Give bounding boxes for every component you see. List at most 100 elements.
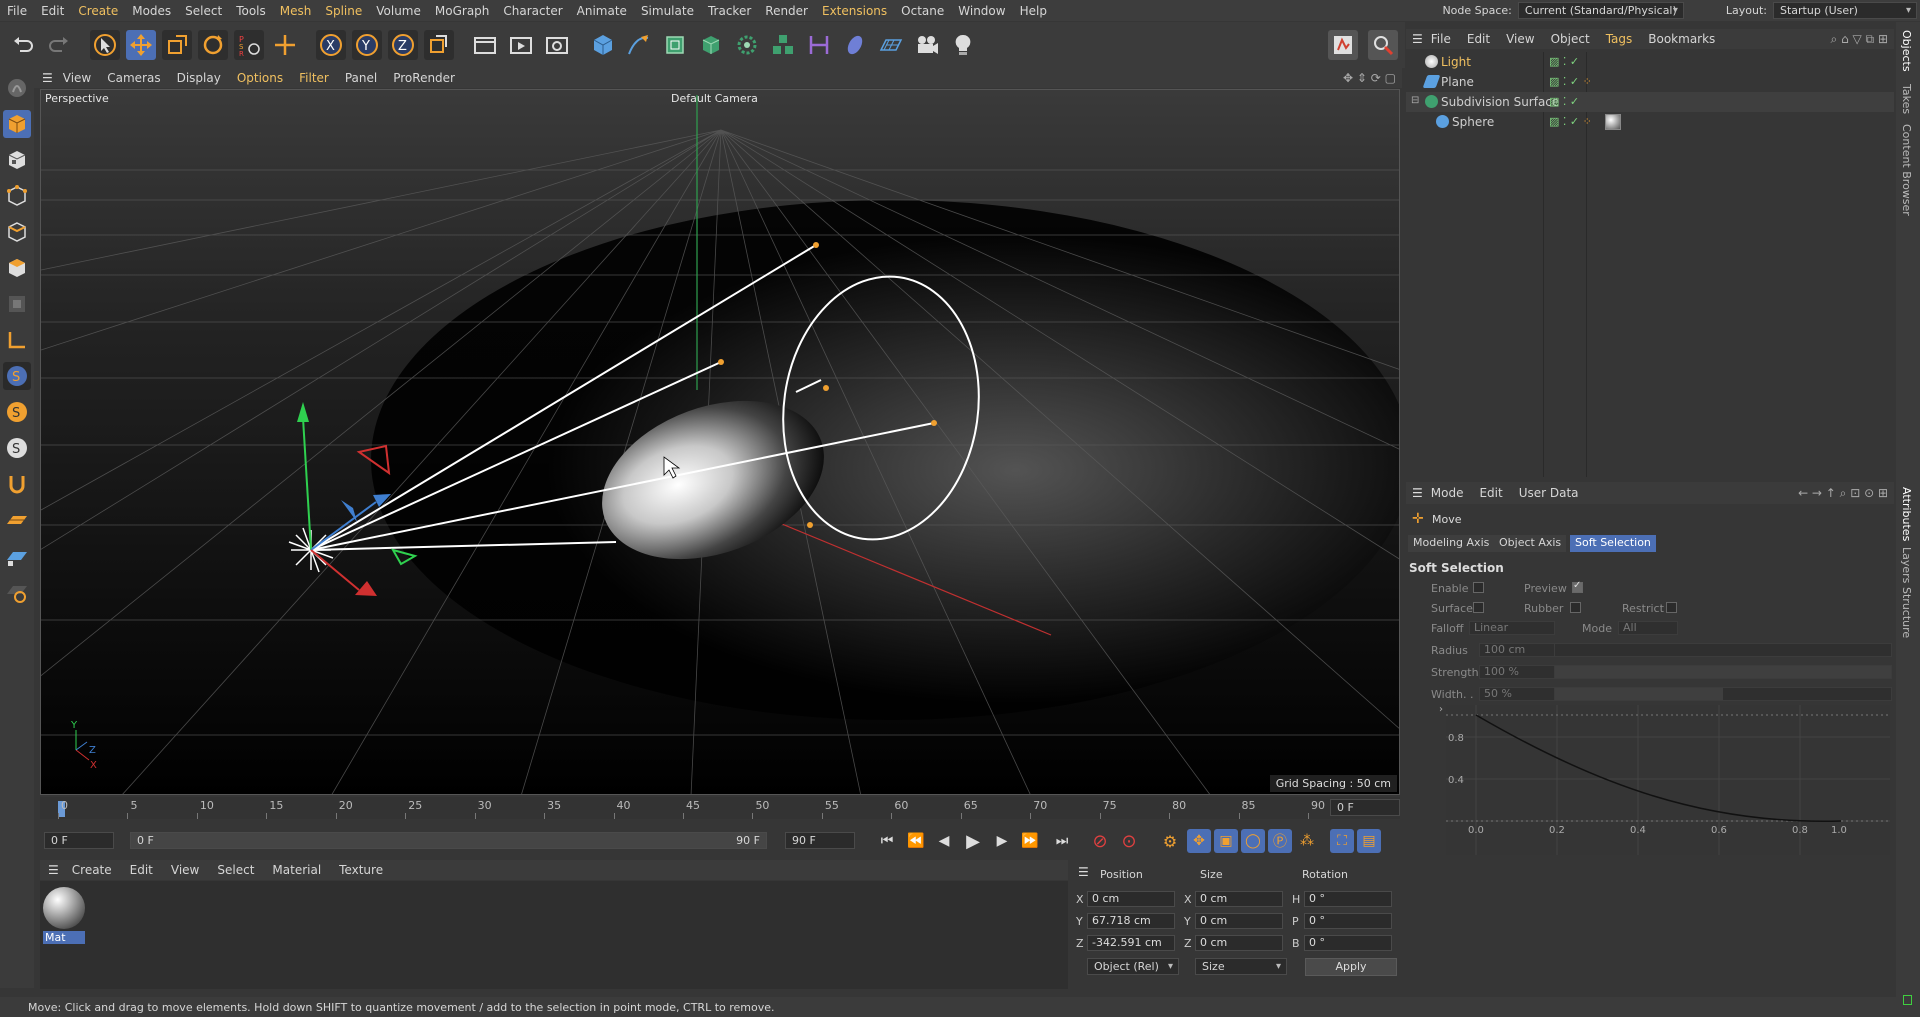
width-field[interactable]: 50 % — [1479, 687, 1555, 701]
viewport-menu-cameras[interactable]: Cameras — [99, 71, 168, 85]
enable-checkbox[interactable] — [1473, 582, 1484, 593]
rotate-tool-icon[interactable] — [198, 30, 228, 60]
menu-tools[interactable]: Tools — [229, 4, 273, 18]
side-tab-content-browser[interactable]: Content Browser — [1900, 124, 1913, 216]
axis-mode-icon[interactable] — [3, 326, 31, 354]
object-manager-hamburger-icon[interactable]: ☰ — [1412, 32, 1423, 46]
workplane-icon[interactable] — [3, 506, 31, 534]
menu-mograph[interactable]: MoGraph — [428, 4, 497, 18]
menu-modes[interactable]: Modes — [125, 4, 178, 18]
model-mode-icon[interactable] — [3, 110, 31, 138]
menu-extensions[interactable]: Extensions — [815, 4, 894, 18]
material-name[interactable]: Mat — [43, 931, 85, 944]
layout-dropdown[interactable]: Startup (User) — [1773, 2, 1917, 19]
material-hamburger-icon[interactable]: ☰ — [48, 863, 59, 877]
viewport-menu-prorender[interactable]: ProRender — [385, 71, 463, 85]
coordinate-system-icon[interactable] — [424, 30, 454, 60]
menu-octane[interactable]: Octane — [894, 4, 951, 18]
visibility-flags[interactable]: ▨ ⁚ ✓ ⁘ — [1549, 115, 1592, 128]
end-frame-field[interactable]: 90 F — [785, 832, 855, 849]
position-y-field[interactable]: 67.718 cm — [1087, 913, 1175, 929]
record-scale-icon[interactable]: ▣ — [1214, 829, 1238, 853]
next-frame-icon[interactable]: ▶ — [990, 829, 1014, 853]
side-tab-takes[interactable]: Takes — [1900, 84, 1913, 114]
move-tool-icon[interactable] — [126, 30, 156, 60]
object-menu-tags[interactable]: Tags — [1598, 32, 1641, 46]
y-axis-lock-icon[interactable]: Y — [352, 30, 382, 60]
coordinates-hamburger-icon[interactable]: ☰ — [1078, 865, 1089, 879]
menu-tracker[interactable]: Tracker — [701, 4, 758, 18]
viewport-hamburger-icon[interactable]: ☰ — [42, 71, 53, 85]
attribute-manager-hamburger-icon[interactable]: ☰ — [1412, 486, 1423, 500]
surface-checkbox[interactable] — [1473, 602, 1484, 613]
record-rotation-icon[interactable]: ◯ — [1241, 829, 1265, 853]
material-menu-material[interactable]: Material — [263, 863, 330, 877]
rotation-p-field[interactable]: 0 ° — [1304, 913, 1392, 929]
points-mode-icon[interactable] — [3, 182, 31, 210]
locked-workplane-icon[interactable] — [3, 542, 31, 570]
object-name[interactable]: Sphere — [1452, 115, 1494, 129]
z-axis-lock-icon[interactable]: Z — [388, 30, 418, 60]
3d-viewport[interactable]: Y X Z Perspective Default Camera Grid Sp… — [40, 89, 1400, 795]
object-row-sphere[interactable]: Sphere ▨ ⁚ ✓ ⁘ — [1406, 112, 1894, 132]
pen-spline-icon[interactable] — [624, 30, 654, 60]
current-frame-field[interactable]: 0 F — [1330, 799, 1400, 816]
size-mode-dropdown[interactable]: Size — [1195, 958, 1287, 975]
attribute-menu-edit[interactable]: Edit — [1471, 486, 1510, 500]
record-keys-icon[interactable]: ⊘ — [1088, 829, 1112, 853]
side-tab-objects[interactable]: Objects — [1900, 30, 1913, 72]
deformer-icon[interactable] — [804, 30, 834, 60]
snap-settings-icon[interactable]: S — [3, 398, 31, 426]
start-frame-field[interactable]: 0 F — [44, 832, 114, 849]
visibility-flags[interactable]: ▨ ⁚ ✓ ⁘ — [1549, 75, 1592, 88]
visibility-flags[interactable]: ▨ ⁚ ✓ — [1549, 95, 1579, 108]
radius-field[interactable]: 100 cm — [1479, 643, 1555, 657]
side-tab-attributes[interactable]: Attributes — [1900, 487, 1913, 541]
menu-simulate[interactable]: Simulate — [634, 4, 701, 18]
texture-mode-icon[interactable] — [3, 146, 31, 174]
play-icon[interactable]: ▶ — [961, 829, 985, 853]
x-axis-lock-icon[interactable]: X — [316, 30, 346, 60]
menu-character[interactable]: Character — [496, 4, 569, 18]
menu-spline[interactable]: Spline — [318, 4, 369, 18]
position-z-field[interactable]: -342.591 cm — [1087, 935, 1175, 951]
menu-window[interactable]: Window — [951, 4, 1012, 18]
viewport-menu-view[interactable]: View — [55, 71, 99, 85]
tweak-icon[interactable] — [3, 470, 31, 498]
coordinate-mode-dropdown[interactable]: Object (Rel) — [1087, 958, 1179, 975]
object-menu-bookmarks[interactable]: Bookmarks — [1640, 32, 1723, 46]
object-row-subdivision-surface[interactable]: ⊟ Subdivision Surface ▨ ⁚ ✓ — [1406, 92, 1894, 112]
polygons-mode-icon[interactable] — [3, 254, 31, 282]
object-row-plane[interactable]: Plane ▨ ⁚ ✓ ⁘ — [1406, 72, 1894, 92]
record-parameter-icon[interactable]: Ⓟ — [1268, 829, 1292, 853]
viewport-nav-icons[interactable]: ✥ ⇕ ⟳ ▢ — [1343, 71, 1396, 85]
menu-help[interactable]: Help — [1013, 4, 1054, 18]
go-to-end-icon[interactable]: ⏭ — [1050, 829, 1074, 853]
material-menu-texture[interactable]: Texture — [330, 863, 392, 877]
tab-modeling-axis[interactable]: Modeling Axis — [1408, 535, 1495, 552]
object-row-light[interactable]: Light ▨ ⁚ ✓ — [1406, 52, 1894, 72]
previous-frame-icon[interactable]: ◀ — [932, 829, 956, 853]
previous-key-icon[interactable]: ⏪ — [904, 829, 928, 853]
menu-select[interactable]: Select — [178, 4, 229, 18]
planar-workplane-icon[interactable] — [3, 578, 31, 606]
timeline-icon[interactable]: ▤ — [1357, 829, 1381, 853]
light-icon[interactable] — [948, 30, 978, 60]
edges-mode-icon[interactable] — [3, 218, 31, 246]
material-tag-icon[interactable] — [1605, 114, 1621, 130]
viewport-menu-display[interactable]: Display — [169, 71, 229, 85]
strength-field[interactable]: 100 % — [1479, 665, 1555, 679]
scale-tool-icon[interactable] — [162, 30, 192, 60]
apply-button[interactable]: Apply — [1305, 958, 1397, 976]
node-space-dropdown[interactable]: Current (Standard/Physical) — [1517, 2, 1684, 19]
psr-tool-icon[interactable]: PSR — [234, 30, 264, 60]
strength-slider[interactable] — [1554, 665, 1892, 679]
render-view-icon[interactable] — [470, 30, 500, 60]
visibility-flags[interactable]: ▨ ⁚ ✓ — [1549, 55, 1579, 68]
viewport-camera-label[interactable]: Default Camera — [671, 92, 758, 105]
menu-volume[interactable]: Volume — [369, 4, 428, 18]
object-manager-tool-icons[interactable]: ⌕ ⌂ ▽ ⧉ ⊞ — [1831, 32, 1888, 47]
falloff-dropdown[interactable]: Linear — [1469, 621, 1555, 635]
live-selection-icon[interactable] — [90, 30, 120, 60]
collapse-toggle-icon[interactable]: ⊟ — [1411, 95, 1419, 106]
